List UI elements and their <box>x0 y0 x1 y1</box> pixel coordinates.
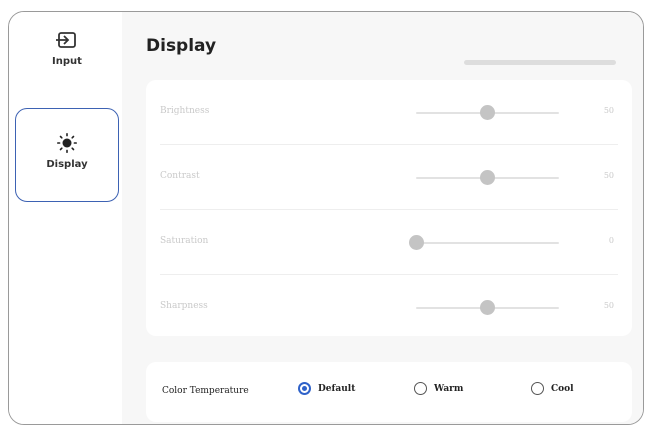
color-temperature-card: Color Temperature Default Warm Cool <box>146 362 632 422</box>
settings-window: Input Display Display Brightness 50 Cont… <box>8 11 644 425</box>
slider-value: 50 <box>603 301 614 310</box>
radio-indicator <box>298 382 311 395</box>
slider-handle[interactable] <box>480 105 495 120</box>
scroll-indicator <box>464 60 616 65</box>
sidebar: Input Display <box>9 12 122 424</box>
slider-row-contrast: Contrast 50 <box>160 145 618 210</box>
slider-row-saturation: Saturation 0 <box>160 210 618 275</box>
slider-track[interactable] <box>416 242 559 244</box>
sidebar-item-label: Input <box>52 56 82 67</box>
slider-handle[interactable] <box>480 170 495 185</box>
slider-label: Sharpness <box>160 301 208 311</box>
radio-indicator <box>414 382 427 395</box>
page-title: Display <box>146 36 217 56</box>
slider-card: Brightness 50 Contrast 50 Saturation 0 S… <box>146 80 632 336</box>
main-panel: Display Brightness 50 Contrast 50 Satura… <box>122 12 643 424</box>
radio-label: Default <box>318 383 356 394</box>
radio-cool[interactable]: Cool <box>531 382 574 395</box>
slider-value: 50 <box>603 106 614 115</box>
input-icon <box>56 32 76 48</box>
slider-label: Contrast <box>160 171 200 181</box>
sidebar-item-label: Display <box>46 159 88 170</box>
color-temperature-label: Color Temperature <box>162 386 249 396</box>
radio-default[interactable]: Default <box>298 382 355 395</box>
slider-label: Saturation <box>160 236 209 246</box>
slider-label: Brightness <box>160 106 210 116</box>
slider-row-brightness: Brightness 50 <box>160 80 618 145</box>
brightness-icon <box>57 133 77 153</box>
slider-handle[interactable] <box>480 300 495 315</box>
radio-label: Cool <box>551 383 574 394</box>
slider-handle[interactable] <box>408 235 424 250</box>
radio-warm[interactable]: Warm <box>414 382 463 395</box>
slider-value: 0 <box>608 236 614 245</box>
radio-label: Warm <box>434 383 464 394</box>
sidebar-item-input[interactable]: Input <box>15 32 119 92</box>
radio-indicator <box>531 382 544 395</box>
slider-value: 50 <box>603 171 614 180</box>
sidebar-item-display[interactable]: Display <box>15 108 119 202</box>
slider-row-sharpness: Sharpness 50 <box>160 275 618 339</box>
